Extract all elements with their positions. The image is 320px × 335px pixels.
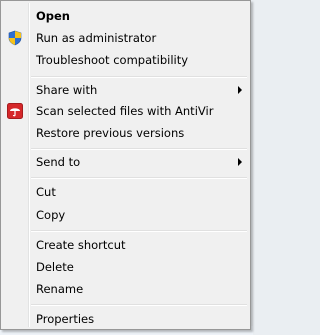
menu-item-label: Restore previous versions bbox=[36, 126, 185, 140]
menu-item-label: Share with bbox=[36, 83, 98, 97]
chevron-right-icon bbox=[238, 158, 242, 166]
menu-item-share-with[interactable]: Share with bbox=[3, 79, 248, 101]
menu-item-label: Troubleshoot compatibility bbox=[36, 53, 189, 67]
menu-item-restore-previous-versions[interactable]: Restore previous versions bbox=[3, 122, 248, 144]
menu-item-run-as-administrator[interactable]: Run as administrator bbox=[3, 27, 248, 49]
menu-separator bbox=[31, 230, 247, 232]
menu-item-label: Cut bbox=[36, 185, 56, 199]
menu-item-label: Scan selected files with AntiVir bbox=[36, 104, 214, 118]
menu-item-scan-antivir[interactable]: Scan selected files with AntiVir bbox=[3, 100, 248, 122]
menu-separator bbox=[31, 177, 247, 179]
menu-item-label: Delete bbox=[36, 260, 74, 274]
menu-item-delete[interactable]: Delete bbox=[3, 256, 248, 278]
menu-item-open[interactable]: Open bbox=[3, 5, 248, 27]
menu-item-copy[interactable]: Copy bbox=[3, 204, 248, 226]
menu-item-properties[interactable]: Properties bbox=[3, 308, 248, 330]
menu-item-cut[interactable]: Cut bbox=[3, 181, 248, 203]
menu-item-label: Run as administrator bbox=[36, 31, 157, 45]
menu-item-troubleshoot-compatibility[interactable]: Troubleshoot compatibility bbox=[3, 49, 248, 71]
menu-item-create-shortcut[interactable]: Create shortcut bbox=[3, 234, 248, 256]
menu-separator bbox=[31, 76, 247, 78]
menu-item-rename[interactable]: Rename bbox=[3, 278, 248, 300]
menu-item-label: Copy bbox=[36, 208, 66, 222]
menu-item-label: Create shortcut bbox=[36, 238, 126, 252]
menu-item-send-to[interactable]: Send to bbox=[3, 151, 248, 173]
antivir-umbrella-icon bbox=[7, 103, 23, 119]
menu-item-label: Send to bbox=[36, 155, 81, 169]
context-menu: Open Run as administrator Troubleshoot c… bbox=[0, 0, 251, 330]
menu-item-label: Open bbox=[36, 9, 70, 23]
menu-separator bbox=[31, 148, 247, 150]
uac-shield-icon bbox=[7, 30, 23, 46]
menu-item-label: Properties bbox=[36, 312, 95, 326]
chevron-right-icon bbox=[238, 86, 242, 94]
menu-item-label: Rename bbox=[36, 282, 84, 296]
menu-separator bbox=[31, 304, 247, 306]
